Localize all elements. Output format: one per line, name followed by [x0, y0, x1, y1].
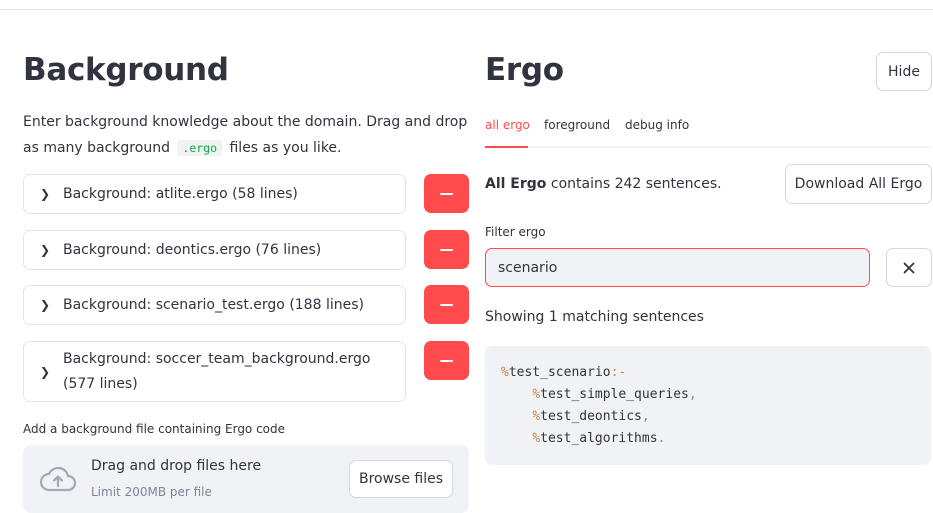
code-suffix: .	[657, 431, 666, 446]
chevron-right-icon: ❯	[40, 243, 51, 257]
count-bold: All Ergo	[485, 176, 547, 192]
ergo-tabs: all ergo foreground debug info	[485, 118, 931, 148]
sentence-count: All Ergo contains 242 sentences.	[485, 176, 722, 192]
tab-active-indicator	[485, 146, 528, 148]
background-file-expander-scenario-test[interactable]: ❯ Background: scenario_test.ergo (188 li…	[23, 285, 406, 325]
background-file-expander-atlite[interactable]: ❯ Background: atlite.ergo (58 lines)	[23, 174, 406, 214]
desc-text-2: files as you like.	[229, 140, 342, 156]
tab-foreground[interactable]: foreground	[544, 118, 610, 132]
download-all-ergo-button[interactable]: Download All Ergo	[785, 164, 932, 204]
tab-debug-info[interactable]: debug info	[625, 118, 689, 132]
code-suffix: ,	[688, 387, 697, 402]
dropzone-title: Drag and drop files here	[91, 458, 262, 474]
minus-icon	[440, 303, 453, 306]
clear-filter-button[interactable]	[886, 248, 932, 287]
filter-ergo-input[interactable]	[485, 248, 870, 287]
code-line: %test_scenario:-	[501, 365, 627, 380]
chevron-right-icon: ❯	[40, 187, 51, 201]
code-line: %test_simple_queries,	[532, 387, 697, 402]
file-uploader-label: Add a background file containing Ergo co…	[23, 422, 286, 436]
background-description: Enter background knowledge about the dom…	[23, 109, 468, 161]
remove-file-button-soccer-team[interactable]	[424, 341, 469, 380]
tab-all-ergo[interactable]: all ergo	[485, 118, 530, 132]
code-ident: test_deontics	[540, 409, 642, 424]
tab-rule	[485, 146, 931, 148]
browse-files-button[interactable]: Browse files	[349, 460, 453, 498]
code-line: %test_algorithms.	[532, 431, 666, 446]
code-ident: test_algorithms	[540, 431, 658, 446]
ergo-title: Ergo	[485, 52, 564, 88]
expander-label: Background: soccer_team_background.ergo …	[63, 350, 371, 392]
hide-button[interactable]: Hide	[876, 52, 932, 91]
matching-count: Showing 1 matching sentences	[485, 309, 704, 325]
code-suffix: ,	[641, 409, 650, 424]
ergo-ext-code: .ergo	[177, 140, 223, 156]
cloud-upload-icon	[39, 466, 77, 492]
code-line: %test_deontics,	[532, 409, 650, 424]
dropzone-limit: Limit 200MB per file	[91, 485, 212, 499]
background-file-expander-deontics[interactable]: ❯ Background: deontics.ergo (76 lines)	[23, 230, 406, 270]
chevron-right-icon: ❯	[40, 298, 51, 312]
file-dropzone[interactable]: Drag and drop files here Limit 200MB per…	[23, 445, 469, 513]
close-icon	[903, 262, 915, 273]
count-rest: contains 242 sentences.	[550, 176, 722, 192]
expander-label: Background: scenario_test.ergo (188 line…	[63, 296, 364, 313]
remove-file-button-atlite[interactable]	[424, 174, 469, 213]
chevron-right-icon: ❯	[40, 364, 51, 379]
ergo-code-block: %test_scenario:- %test_simple_queries, %…	[485, 346, 931, 465]
minus-icon	[440, 192, 453, 195]
remove-file-button-deontics[interactable]	[424, 230, 469, 269]
expander-label: Background: deontics.ergo (76 lines)	[63, 241, 322, 258]
code-suffix: :-	[610, 365, 627, 380]
expander-label: Background: atlite.ergo (58 lines)	[63, 185, 298, 202]
background-file-expander-soccer-team[interactable]: ❯ Background: soccer_team_background.erg…	[23, 341, 406, 402]
background-title: Background	[23, 52, 229, 88]
minus-icon	[440, 359, 453, 362]
code-ident: test_scenario	[508, 365, 611, 380]
minus-icon	[440, 248, 453, 251]
code-ident: test_simple_queries	[540, 387, 689, 402]
top-divider	[0, 9, 933, 10]
filter-label: Filter ergo	[485, 225, 546, 239]
remove-file-button-scenario-test[interactable]	[424, 285, 469, 324]
